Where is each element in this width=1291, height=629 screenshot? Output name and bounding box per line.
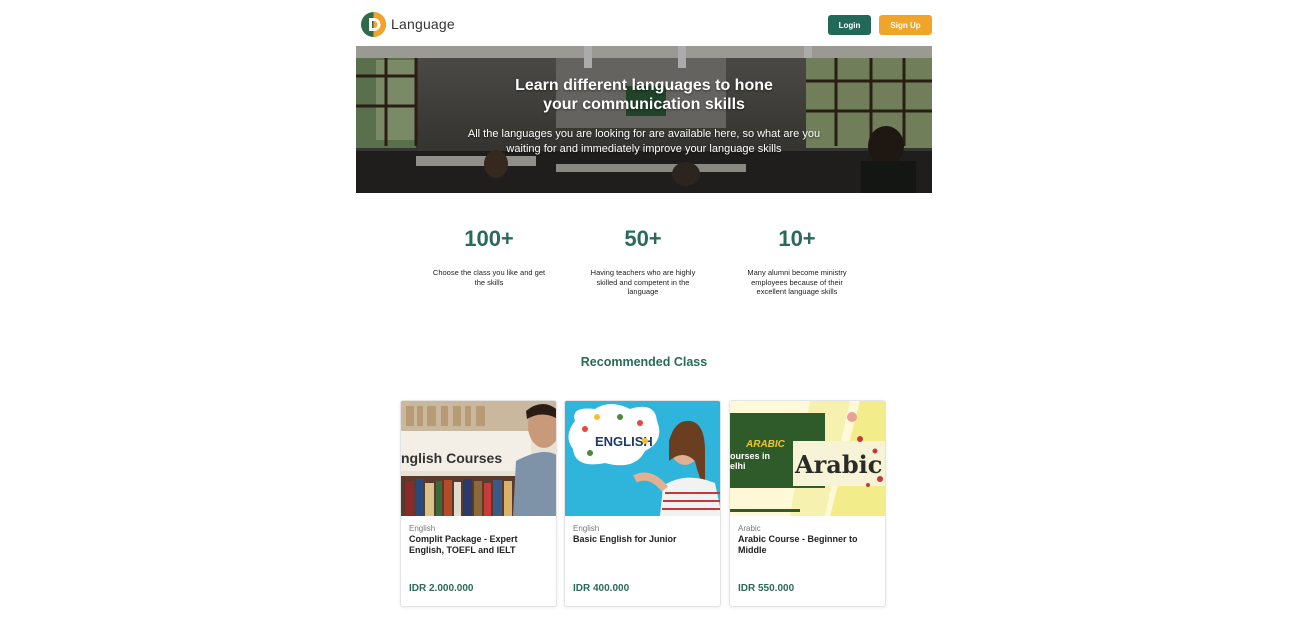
stat-description: Choose the class you like and get the sk… bbox=[419, 268, 559, 287]
page: Language Login Sign Up Learn different l… bbox=[0, 0, 1291, 629]
english-courses-image: nglish Courses bbox=[401, 401, 556, 516]
card-title[interactable]: Complit Package - Expert English, TOEFL … bbox=[409, 534, 549, 556]
stat-description-line: skilled and competent in the bbox=[596, 277, 690, 287]
arabic-course-image: ARABIC ourses in elhi Arabic bbox=[730, 401, 885, 516]
stat-description-line: language bbox=[627, 287, 659, 296]
classroom-background-image bbox=[356, 46, 932, 193]
card-title-line: Arabic Course - Beginner to bbox=[738, 534, 858, 544]
card-title-line: Middle bbox=[738, 545, 767, 555]
card-title-line: Basic English for Junior bbox=[573, 534, 677, 544]
brand-logo-icon[interactable] bbox=[361, 12, 386, 37]
stat-teachers: 50+ Having teachers who are highly skill… bbox=[573, 225, 713, 297]
hero-subtitle: All the languages you are looking for ar… bbox=[414, 127, 874, 157]
brand-name[interactable]: Language bbox=[391, 16, 455, 32]
class-card[interactable]: ENGLISH English Basic English for Junior… bbox=[564, 400, 721, 607]
card-title[interactable]: Arabic Course - Beginner to Middle bbox=[738, 534, 878, 556]
card-title-line: English, TOEFL and IELT bbox=[409, 545, 516, 555]
stat-description-line: Choose the class you like and get bbox=[432, 268, 546, 277]
stat-description-line: employees because of their bbox=[751, 277, 843, 287]
card-image-text: Arabic bbox=[794, 450, 882, 479]
stat-classes: 100+ Choose the class you like and get t… bbox=[419, 225, 559, 287]
login-button[interactable]: Login bbox=[828, 15, 871, 35]
stat-description-line: excellent language skills bbox=[756, 287, 838, 296]
card-category: English bbox=[409, 524, 436, 533]
stat-value: 10+ bbox=[778, 226, 816, 251]
card-image-text: ARABIC bbox=[745, 439, 786, 450]
stat-description: Many alumni become ministry employees be… bbox=[727, 268, 867, 297]
basic-english-image: ENGLISH bbox=[565, 401, 720, 516]
hero-banner: Learn different languages to hone your c… bbox=[356, 46, 932, 193]
card-price: IDR 400.000 bbox=[573, 583, 630, 594]
card-title-line: Complit Package - Expert bbox=[409, 534, 518, 544]
hero-title: Learn different languages to hone your c… bbox=[356, 76, 932, 114]
stat-description-line: Having teachers who are highly bbox=[590, 268, 696, 277]
card-category: Arabic bbox=[738, 524, 761, 533]
card-price: IDR 550.000 bbox=[738, 583, 795, 594]
stat-value: 50+ bbox=[624, 226, 662, 251]
hero-title-line1: Learn different languages to hone bbox=[515, 77, 773, 94]
section-title: Recommended Class bbox=[580, 355, 708, 369]
card-image-text: elhi bbox=[730, 461, 746, 471]
card-price: IDR 2.000.000 bbox=[409, 583, 474, 594]
header: Language Login Sign Up bbox=[356, 0, 932, 46]
card-category: English bbox=[573, 524, 600, 533]
stat-description-line: Many alumni become ministry bbox=[747, 268, 847, 277]
stat-alumni: 10+ Many alumni become ministry employee… bbox=[727, 225, 867, 297]
card-image-text: nglish Courses bbox=[401, 450, 502, 466]
card-title[interactable]: Basic English for Junior bbox=[573, 534, 713, 545]
card-image-text: ourses in bbox=[730, 451, 770, 461]
stat-description-line: the skills bbox=[474, 277, 504, 287]
hero-subtitle-line1: All the languages you are looking for ar… bbox=[467, 128, 821, 140]
stat-value: 100+ bbox=[464, 226, 514, 251]
class-card[interactable]: nglish Courses English Complit Package -… bbox=[400, 400, 557, 607]
signup-button[interactable]: Sign Up bbox=[879, 15, 932, 35]
hero-title-line2: your communication skills bbox=[543, 96, 745, 113]
hero-subtitle-line2: waiting for and immediately improve your… bbox=[506, 143, 782, 155]
stat-description: Having teachers who are highly skilled a… bbox=[573, 268, 713, 297]
class-card[interactable]: ARABIC ourses in elhi Arabic Arabic Arab… bbox=[729, 400, 886, 607]
